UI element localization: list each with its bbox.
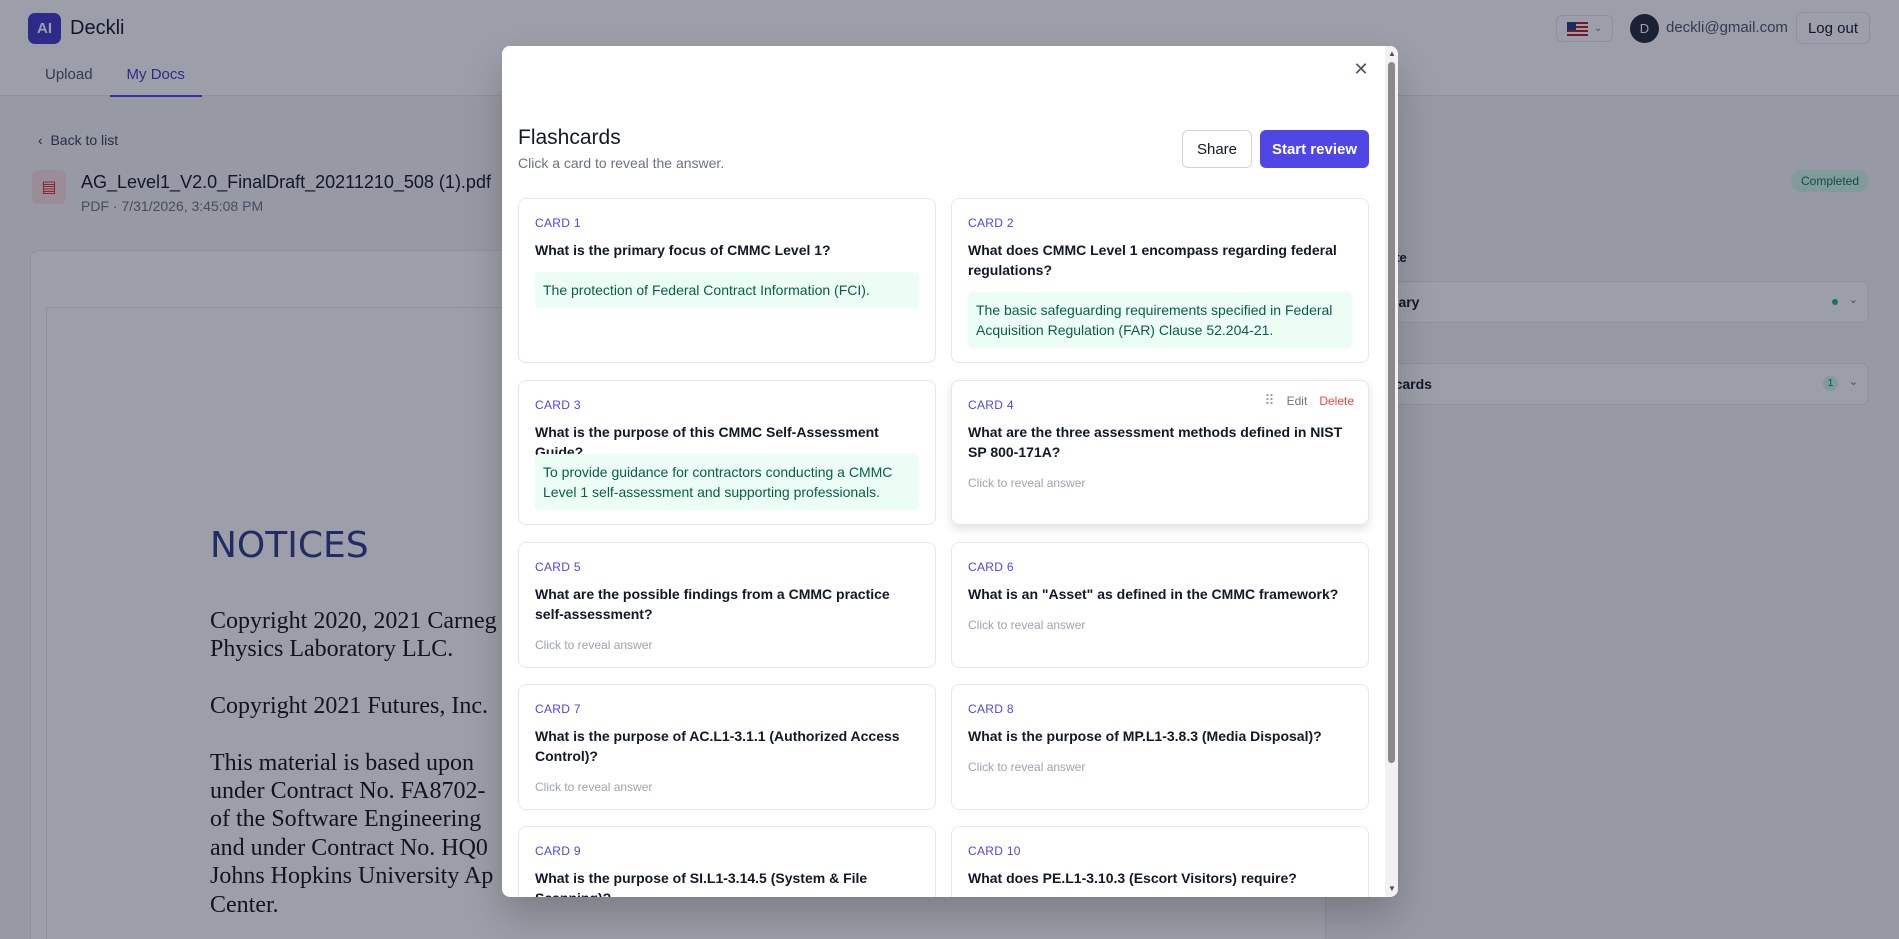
flashcard[interactable]: CARD 2 What does CMMC Level 1 encompass … bbox=[951, 198, 1369, 363]
card-question: What are the possible findings from a CM… bbox=[535, 586, 890, 622]
card-question: What are the three assessment methods de… bbox=[968, 424, 1343, 460]
card-answer: The basic safeguarding requirements spec… bbox=[968, 292, 1352, 348]
card-label: CARD 8 bbox=[968, 702, 1014, 716]
card-label: CARD 7 bbox=[535, 702, 581, 716]
card-label: CARD 2 bbox=[968, 216, 1014, 230]
flashcard[interactable]: CARD 7 What is the purpose of AC.L1-3.1.… bbox=[518, 684, 936, 810]
flashcard[interactable]: CARD 3 What is the purpose of this CMMC … bbox=[518, 380, 936, 525]
modal-title: Flashcards bbox=[518, 126, 621, 149]
card-label: CARD 4 bbox=[968, 398, 1014, 412]
reveal-hint: Click to reveal answer bbox=[968, 476, 1086, 490]
reveal-hint: Click to reveal answer bbox=[535, 780, 653, 794]
card-actions: ⠿ Edit Delete bbox=[1264, 392, 1354, 409]
scrollbar-thumb[interactable] bbox=[1388, 62, 1395, 763]
flashcard[interactable]: CARD 8 What is the purpose of MP.L1-3.8.… bbox=[951, 684, 1369, 810]
delete-card-button[interactable]: Delete bbox=[1319, 394, 1354, 408]
flashcard[interactable]: ⠿ Edit Delete CARD 4 What are the three … bbox=[951, 380, 1369, 525]
card-label: CARD 3 bbox=[535, 398, 581, 412]
card-question: What is the purpose of SI.L1-3.14.5 (Sys… bbox=[535, 870, 868, 897]
reveal-hint: Click to reveal answer bbox=[968, 760, 1086, 774]
card-question: What does PE.L1-3.10.3 (Escort Visitors)… bbox=[968, 870, 1297, 886]
share-button[interactable]: Share bbox=[1182, 130, 1252, 168]
drag-handle-icon[interactable]: ⠿ bbox=[1264, 392, 1274, 409]
card-question: What is the primary focus of CMMC Level … bbox=[535, 242, 831, 258]
card-label: CARD 5 bbox=[535, 560, 581, 574]
flashcard[interactable]: CARD 1 What is the primary focus of CMMC… bbox=[518, 198, 936, 363]
edit-card-button[interactable]: Edit bbox=[1287, 394, 1308, 408]
start-review-button[interactable]: Start review bbox=[1260, 130, 1369, 168]
flashcard[interactable]: CARD 6 What is an "Asset" as defined in … bbox=[951, 542, 1369, 668]
card-answer: To provide guidance for contractors cond… bbox=[535, 454, 919, 510]
scroll-up-arrow-icon[interactable]: ▲ bbox=[1388, 49, 1396, 58]
modal-subtitle: Click a card to reveal the answer. bbox=[518, 155, 725, 171]
flashcard[interactable]: CARD 9 What is the purpose of SI.L1-3.14… bbox=[518, 826, 936, 897]
card-label: CARD 10 bbox=[968, 844, 1021, 858]
flashcard[interactable]: CARD 10 What does PE.L1-3.10.3 (Escort V… bbox=[951, 826, 1369, 897]
modal-scrollbar[interactable]: ▲ ▼ bbox=[1385, 46, 1398, 897]
card-question: What does CMMC Level 1 encompass regardi… bbox=[968, 242, 1337, 278]
scroll-down-arrow-icon[interactable]: ▼ bbox=[1388, 884, 1396, 893]
flashcard[interactable]: CARD 5 What are the possible findings fr… bbox=[518, 542, 936, 668]
modal-scroll-area[interactable]: ✕ Flashcards Click a card to reveal the … bbox=[502, 46, 1384, 897]
card-question: What is an "Asset" as defined in the CMM… bbox=[968, 586, 1339, 602]
card-label: CARD 1 bbox=[535, 216, 581, 230]
card-question: What is the purpose of MP.L1-3.8.3 (Medi… bbox=[968, 728, 1322, 744]
card-answer: The protection of Federal Contract Infor… bbox=[535, 272, 919, 308]
card-label: CARD 9 bbox=[535, 844, 581, 858]
close-icon[interactable]: ✕ bbox=[1350, 58, 1372, 80]
card-question: What is the purpose of AC.L1-3.1.1 (Auth… bbox=[535, 728, 900, 764]
flashcards-modal: ✕ Flashcards Click a card to reveal the … bbox=[502, 46, 1398, 897]
reveal-hint: Click to reveal answer bbox=[968, 618, 1086, 632]
card-label: CARD 6 bbox=[968, 560, 1014, 574]
reveal-hint: Click to reveal answer bbox=[535, 638, 653, 652]
